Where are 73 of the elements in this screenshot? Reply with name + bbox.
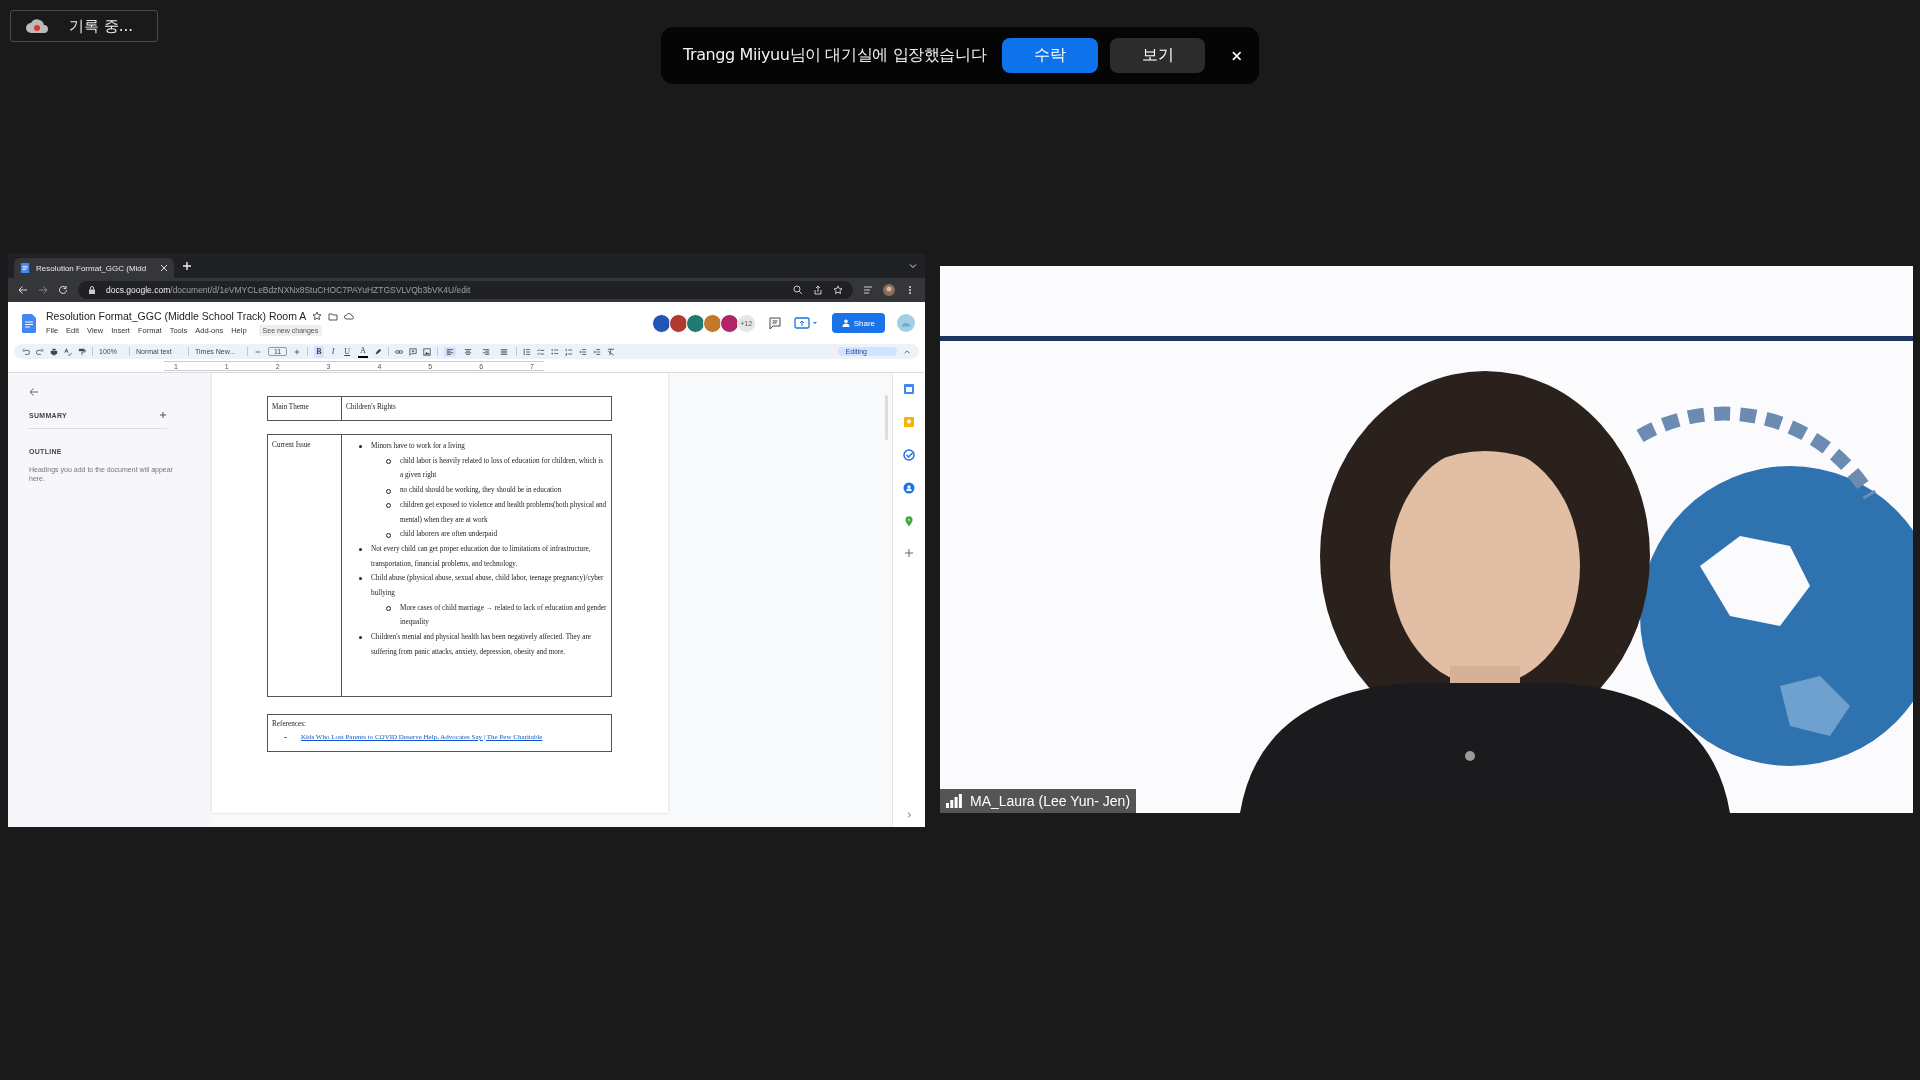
- highlighter-icon[interactable]: [373, 347, 382, 356]
- add-icon[interactable]: [159, 411, 167, 419]
- decrease-indent-icon[interactable]: [578, 347, 587, 356]
- url-text: docs.google.com/document/d/1eVMYCLeBdzNXNx8StuCHOC7PAYuHZTGSVLVQb3bVK4U/edit: [106, 285, 472, 295]
- bullet-icon: [359, 445, 362, 448]
- comment-add-icon[interactable]: [408, 347, 417, 356]
- document-title[interactable]: Resolution Format_GGC (Middle School Track) Room A: [46, 310, 307, 322]
- back-arrow-icon[interactable]: [29, 387, 39, 397]
- calendar-icon[interactable]: [903, 383, 915, 395]
- tasks-icon[interactable]: [903, 449, 915, 461]
- move-folder-icon[interactable]: [328, 311, 339, 321]
- new-tab-icon[interactable]: [182, 261, 192, 271]
- document-icon: [20, 263, 30, 273]
- participant-name: MA_Laura (Lee Yun- Jen): [970, 793, 1131, 809]
- print-icon[interactable]: [50, 347, 58, 356]
- image-icon[interactable]: [422, 347, 431, 356]
- user-avatar-icon[interactable]: [897, 314, 915, 332]
- line-spacing-icon[interactable]: [522, 347, 531, 356]
- clear-formatting-icon[interactable]: [606, 347, 615, 356]
- forward-icon[interactable]: [38, 285, 48, 295]
- docs-logo-icon[interactable]: [22, 313, 36, 333]
- tab-title: Resolution Format_GGC (Midd: [36, 263, 148, 273]
- checklist-icon[interactable]: [536, 347, 545, 356]
- recording-label: 기록 중...: [69, 16, 134, 36]
- person-icon: [841, 319, 850, 327]
- paint-format-icon[interactable]: [78, 347, 86, 356]
- bullet-icon: [359, 577, 362, 581]
- cloud-icon[interactable]: [344, 311, 355, 321]
- recording-badge[interactable]: 기록 중...: [10, 10, 158, 42]
- numbered-list-icon[interactable]: [564, 347, 573, 356]
- reading-list-icon[interactable]: [863, 285, 873, 295]
- link-icon[interactable]: [394, 347, 403, 356]
- star-icon[interactable]: [312, 311, 323, 321]
- add-icon[interactable]: [904, 548, 914, 558]
- format-button[interactable]: I: [329, 345, 337, 358]
- increase-indent-icon[interactable]: [592, 347, 601, 356]
- bullet-icon: [359, 636, 362, 640]
- bullet-icon: [359, 547, 362, 551]
- signal-icon: [946, 794, 962, 808]
- chevron-up-icon[interactable]: [903, 347, 911, 356]
- collaborator-avatar[interactable]: [719, 313, 739, 333]
- contacts-icon[interactable]: [903, 482, 915, 494]
- spellcheck-icon[interactable]: [64, 347, 72, 356]
- search-icon[interactable]: [793, 285, 803, 295]
- format-button[interactable]: U: [342, 345, 353, 358]
- reload-icon[interactable]: [58, 285, 68, 295]
- collaborator-avatar[interactable]: [685, 313, 705, 333]
- view-button[interactable]: 보기: [1109, 38, 1206, 73]
- browser-tab[interactable]: Resolution Format_GGC (Midd: [14, 258, 174, 278]
- collaborator-avatar[interactable]: [702, 313, 722, 333]
- align-button[interactable]: [443, 346, 456, 357]
- text-color-button[interactable]: A: [358, 345, 368, 358]
- lock-icon: [88, 286, 96, 294]
- close-icon[interactable]: [160, 264, 168, 272]
- profile-avatar-icon[interactable]: [883, 284, 895, 296]
- comment-icon[interactable]: [767, 316, 782, 330]
- share-button[interactable]: Share: [831, 313, 885, 333]
- accept-button[interactable]: 수락: [1002, 38, 1098, 73]
- undo-icon[interactable]: [22, 347, 30, 356]
- collaborator-avatar[interactable]: [651, 313, 671, 333]
- chevron-down-icon[interactable]: [909, 262, 917, 270]
- plus-icon[interactable]: [293, 347, 302, 356]
- share-icon[interactable]: [813, 285, 823, 295]
- map-pin-icon[interactable]: [903, 515, 915, 527]
- present-icon[interactable]: [793, 316, 820, 330]
- format-button[interactable]: B: [314, 345, 324, 358]
- redo-icon[interactable]: [36, 347, 44, 356]
- notification-message: Trangg Miiyuu님이 대기실에 입장했습니다: [683, 45, 987, 66]
- bulleted-list-icon[interactable]: [550, 347, 559, 356]
- address-field[interactable]: docs.google.com/document/d/1eVMYCLeBdzNXNx8StuCHOC7PAYuHZTGSVLVQb3bVK4U/edit: [78, 281, 853, 299]
- collaborator-avatar[interactable]: [668, 313, 688, 333]
- cloud-record-icon: [25, 18, 49, 34]
- back-icon[interactable]: [18, 285, 28, 295]
